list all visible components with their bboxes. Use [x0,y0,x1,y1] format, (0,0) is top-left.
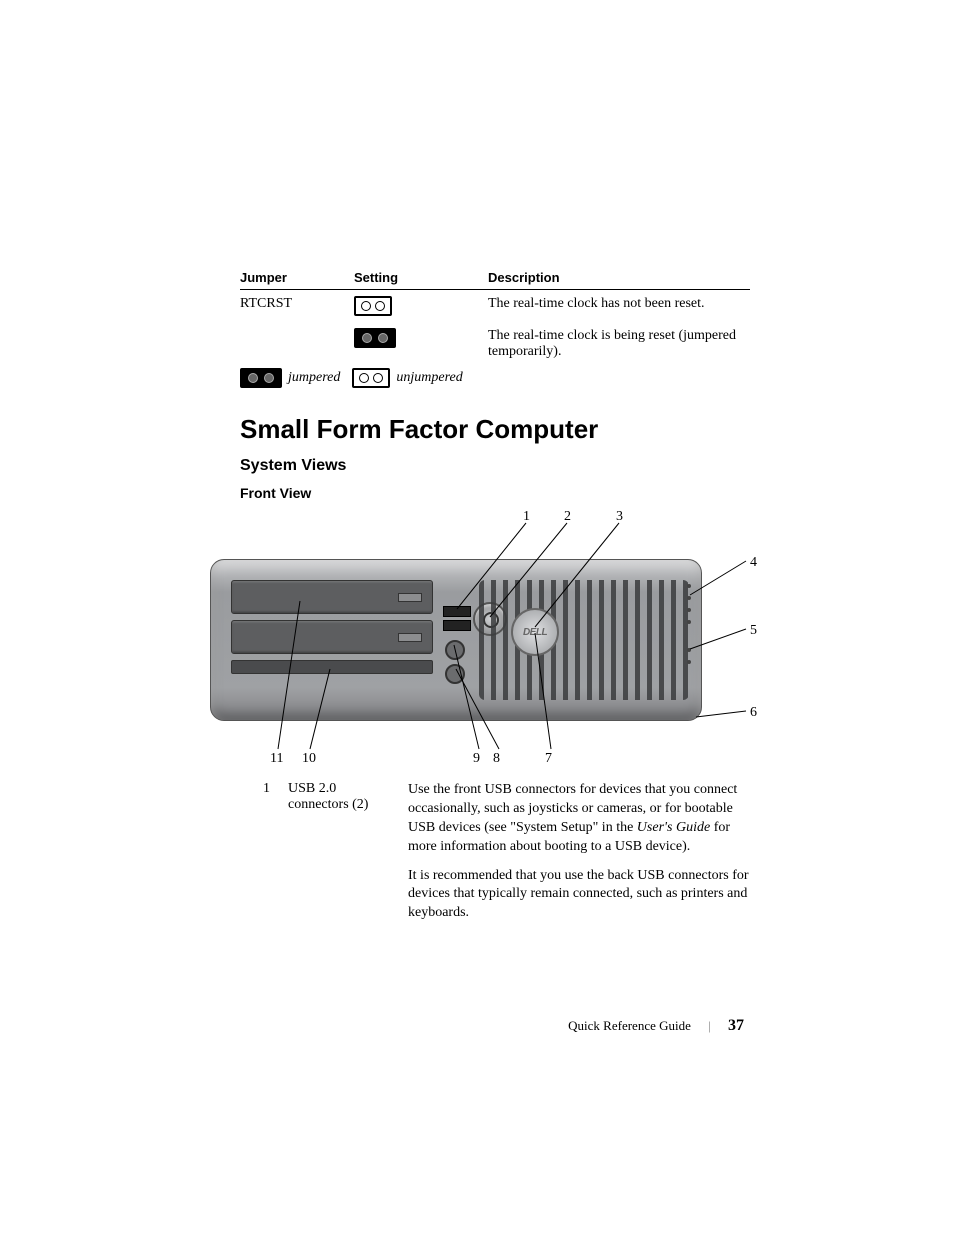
drive-bay [231,620,433,654]
diagnostic-led-icon [687,608,691,612]
jumper-closed-icon [354,328,396,348]
table-row: The real-time clock is being reset (jump… [240,322,750,366]
callout-5: 5 [750,623,757,639]
callout-1: 1 [523,509,530,525]
callout-9: 9 [473,751,480,767]
footer-title: Quick Reference Guide [568,1018,691,1033]
jumper-name: RTCRST [240,290,354,323]
vent-grille [479,580,689,700]
computer-chassis: DELL [210,559,702,721]
diagnostic-led-icon [687,596,691,600]
item-number: 1 [240,781,288,933]
jumper-name [240,322,354,366]
jumper-legend: jumpered unjumpered [240,368,750,388]
item-description: Use the front USB connectors for devices… [408,781,750,933]
th-setting: Setting [354,268,488,290]
legend-unjumpered: unjumpered [396,370,462,386]
callout-11: 11 [270,751,283,767]
audio-jack-icon [445,664,465,684]
jumper-open-icon [354,296,392,316]
heading-front-view: Front View [240,485,750,501]
usb-port-icon [443,606,471,617]
diagnostic-led-icon [687,620,691,624]
footer-separator-icon: | [708,1018,711,1033]
callout-10: 10 [302,751,316,767]
jumper-desc: The real-time clock has not been reset. [488,290,750,323]
heading-small-form-factor: Small Form Factor Computer [240,414,750,445]
legend-jumpered: jumpered [288,370,340,386]
page-number: 37 [728,1017,744,1034]
dell-badge-icon: DELL [511,608,559,656]
audio-jack-icon [445,640,465,660]
activity-led-icon [687,660,691,664]
front-view-diagram: DELL 1 2 3 4 5 6 7 8 9 10 [210,509,770,769]
item-label: USB 2.0 connectors (2) [288,781,408,933]
users-guide-ref: User's Guide [637,820,710,835]
heading-system-views: System Views [240,457,750,475]
page-footer: Quick Reference Guide | 37 [0,1017,954,1035]
callout-7: 7 [545,751,552,767]
callout-4: 4 [750,555,757,571]
callout-3: 3 [616,509,623,525]
table-row: RTCRST The real-time clock has not been … [240,290,750,323]
diagnostic-led-icon [687,584,691,588]
usb-port-icon [443,620,471,631]
jumper-table: Jumper Setting Description RTCRST The re… [240,268,750,366]
callout-8: 8 [493,751,500,767]
jumper-desc: The real-time clock is being reset (jump… [488,322,750,366]
activity-led-icon [687,648,691,652]
callout-6: 6 [750,705,757,721]
optical-drive-bay [231,580,433,614]
desc-text: It is recommended that you use the back … [408,867,750,924]
jumper-open-icon [352,368,390,388]
callout-2: 2 [564,509,571,525]
jumper-closed-icon [240,368,282,388]
floppy-slot [231,660,433,674]
callout-description-row: 1 USB 2.0 connectors (2) Use the front U… [240,781,750,933]
th-description: Description [488,268,750,290]
th-jumper: Jumper [240,268,354,290]
